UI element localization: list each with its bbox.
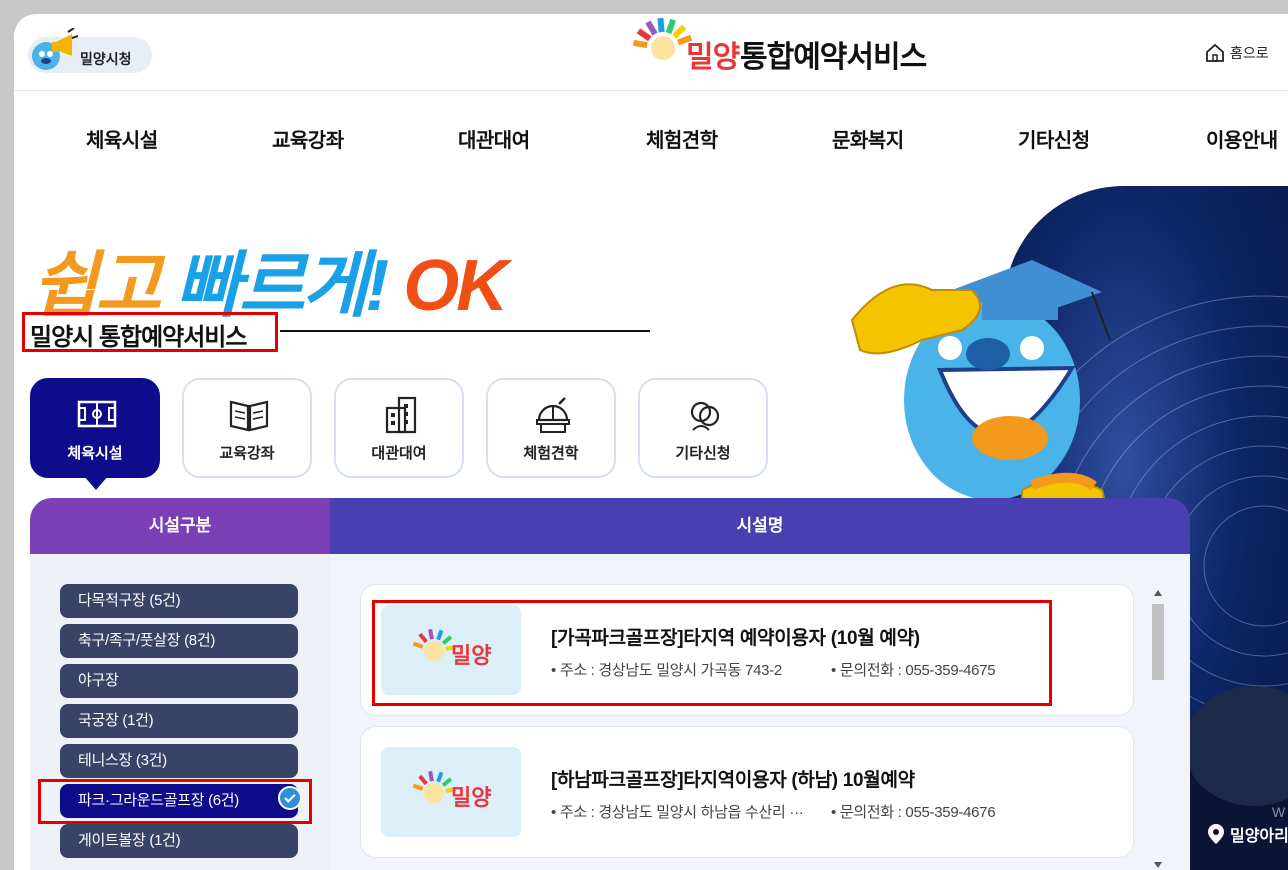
facility-type-header: 시설구분 xyxy=(30,498,330,554)
main-nav: 체육시설 교육강좌 대관대여 체험견학 문화복지 기타신청 이용안내 xyxy=(14,124,1288,158)
location-subtext: W xyxy=(1272,804,1286,820)
nav-item-welfare[interactable]: 문화복지 xyxy=(832,124,904,153)
mascot-graduate-illustration xyxy=(850,260,1111,532)
nav-item-sports[interactable]: 체육시설 xyxy=(86,124,158,153)
facility-phone: • 문의전화 : 055-359-4676 xyxy=(831,804,996,821)
logo-city-text: 밀양 xyxy=(686,41,740,74)
category-other[interactable]: 기타신청 xyxy=(638,378,768,478)
location-label[interactable]: 밀양아리 xyxy=(1208,822,1288,846)
facility-type-soccer[interactable]: 축구/족구/풋살장 (8건) xyxy=(60,624,298,658)
site-logo[interactable]: 밀양 통합예약서비스 xyxy=(632,14,952,78)
logo-title-text: 통합예약서비스 xyxy=(740,41,927,74)
facility-card-highlight-box xyxy=(372,600,1052,706)
nav-item-other[interactable]: 기타신청 xyxy=(1018,124,1090,153)
category-label: 기타신청 xyxy=(675,445,731,462)
home-label: 홈으로 xyxy=(1230,45,1269,61)
facility-list-scrollbar[interactable] xyxy=(1148,586,1168,870)
browser-window: 밀양시청 밀양 통합예약서비스 홈으로 체육시설 교육강좌 대관대여 체험견학 … xyxy=(14,14,1288,870)
facility-type-baseball[interactable]: 야구장 xyxy=(60,664,298,698)
nav-item-rental[interactable]: 대관대여 xyxy=(458,124,530,153)
site-header: 밀양시청 밀양 통합예약서비스 홈으로 xyxy=(14,14,1288,91)
scrollbar-thumb[interactable] xyxy=(1152,604,1164,680)
people-icon xyxy=(690,401,720,431)
observatory-icon xyxy=(536,397,570,433)
facility-type-gateball[interactable]: 게이트볼장 (1건) xyxy=(60,824,298,858)
book-icon xyxy=(229,400,269,432)
facility-card[interactable]: 밀양 [하남파크골프장]타지역이용자 (하남) 10월예약 • 주소 : 경상남… xyxy=(360,726,1134,858)
category-tour[interactable]: 체험견학 xyxy=(486,378,616,478)
building-icon xyxy=(385,396,417,434)
facility-type-archery[interactable]: 국궁장 (1건) xyxy=(60,704,298,738)
category-label: 대관대여 xyxy=(371,445,427,462)
hero-subtitle: 밀양시 통합예약서비스 xyxy=(30,324,247,351)
facility-name-header: 시설명 xyxy=(330,498,1190,554)
mascot-megaphone-icon xyxy=(32,28,78,70)
nav-item-guide[interactable]: 이용안내 xyxy=(1206,124,1278,153)
facility-title: [하남파크골프장]타지역이용자 (하남) 10월예약 xyxy=(551,770,915,791)
home-link[interactable]: 홈으로 xyxy=(1204,42,1269,64)
facility-address: • 주소 : 경상남도 밀양시 하남읍 수산리 ··· xyxy=(551,804,804,821)
slogan-part-ok: OK xyxy=(403,246,508,326)
category-education[interactable]: 교육강좌 xyxy=(182,378,312,478)
category-label: 교육강좌 xyxy=(219,445,275,462)
active-category-pointer xyxy=(84,476,108,490)
selected-type-highlight-box xyxy=(38,779,312,824)
home-icon xyxy=(1206,43,1224,62)
facility-type-tennis[interactable]: 테니스장 (3건) xyxy=(60,744,298,778)
subtitle-divider xyxy=(280,330,650,332)
stadium-icon xyxy=(77,400,117,428)
nav-item-education[interactable]: 교육강좌 xyxy=(272,124,344,153)
category-label: 체험견학 xyxy=(523,445,579,462)
city-hall-label[interactable]: 밀양시청 xyxy=(80,49,132,69)
location-text: 밀양아리 xyxy=(1230,828,1288,845)
facility-logo-city: 밀양 xyxy=(451,785,492,810)
sun-logo-icon xyxy=(632,17,693,62)
category-label: 체육시설 xyxy=(67,445,123,462)
facility-logo: 밀양 xyxy=(381,747,521,837)
category-rental[interactable]: 대관대여 xyxy=(334,378,464,478)
category-sports[interactable]: 체육시설 xyxy=(30,378,160,478)
location-pin-icon xyxy=(1208,824,1224,844)
nav-item-tour[interactable]: 체험견학 xyxy=(646,124,718,153)
facility-type-multipurpose[interactable]: 다목적구장 (5건) xyxy=(60,584,298,618)
